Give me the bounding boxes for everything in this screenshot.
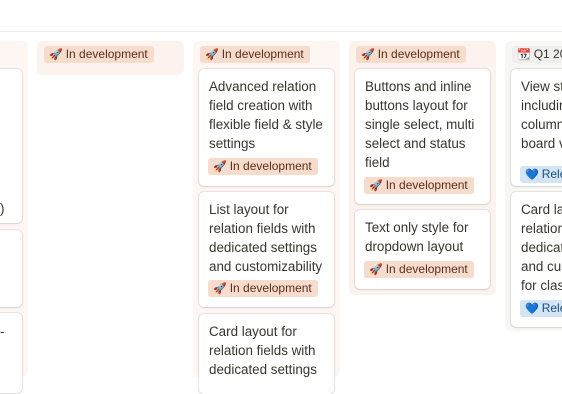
- blue-heart-icon: 💙: [525, 303, 539, 315]
- board-card[interactable]: -: [0, 313, 22, 393]
- rocket-icon: 🚀: [369, 264, 383, 276]
- column-header-label: Q1 20: [533, 47, 562, 61]
- board-card[interactable]: Text only style for dropdown layout 🚀 In …: [355, 210, 490, 289]
- card-status-tag: 🚀 In development: [208, 280, 318, 297]
- card-status-tag: 🚀 In development: [364, 177, 474, 194]
- card-status-label: In development: [229, 159, 312, 173]
- card-title: Advanced relation field creation with fl…: [209, 79, 323, 151]
- card-title-line: dedicat: [521, 240, 562, 255]
- card-title-line: relation: [521, 221, 562, 236]
- card-status-label: Rele: [541, 167, 562, 181]
- rocket-icon: 🚀: [49, 49, 63, 61]
- card-status-label: In development: [385, 178, 468, 192]
- card-title-line: board v: [521, 136, 562, 151]
- card-title: View st includir column board v: [521, 77, 562, 153]
- card-status-tag: 💙Rele: [520, 300, 562, 317]
- card-title-line: for clas: [521, 278, 562, 293]
- card-status-tag: 🚀 In development: [364, 261, 474, 278]
- board-card[interactable]: Advanced relation field creation with fl…: [199, 69, 334, 186]
- column-header-quarter-tag[interactable]: 📆Q1 20: [512, 46, 562, 63]
- column-header-label: In development: [65, 47, 148, 61]
- board-card[interactable]: Card lay relation dedicat and cus for cl…: [511, 192, 562, 327]
- card-status-tag: 🚀 In development: [208, 158, 318, 175]
- card-text-fragment: ): [0, 201, 5, 216]
- rocket-icon: 🚀: [205, 49, 219, 61]
- board-card[interactable]: List layout for relation fields with ded…: [199, 192, 334, 307]
- calendar-icon: 📆: [517, 49, 531, 61]
- card-title-line: Card lay: [521, 202, 562, 217]
- column-header-status-tag[interactable]: 🚀 In development: [356, 46, 466, 63]
- board-card[interactable]: View st includir column board v 💙Rele: [511, 69, 562, 186]
- card-title: Card layout for relation fields with ded…: [209, 324, 317, 377]
- rocket-icon: 🚀: [213, 283, 227, 295]
- board-card[interactable]: [0, 230, 22, 307]
- column-header-status-tag[interactable]: 🚀 In development: [200, 46, 310, 63]
- board-column-in-development: 🚀 In development Advanced relation field …: [193, 41, 340, 394]
- column-header-label: In development: [377, 47, 460, 61]
- rocket-icon: 🚀: [361, 49, 375, 61]
- card-text-fragment: -: [0, 324, 5, 339]
- board-card[interactable]: Card layout for relation fields with ded…: [199, 314, 334, 394]
- card-status-label: In development: [385, 262, 468, 276]
- board-column-partial-left: ) -: [0, 41, 28, 393]
- card-title-line: View st: [521, 79, 562, 94]
- board-column-in-development-empty: 🚀 In development: [37, 41, 184, 75]
- card-title: Text only style for dropdown layout: [365, 220, 469, 254]
- rocket-icon: 🚀: [369, 180, 383, 192]
- top-bar: [0, 0, 562, 32]
- card-title: Buttons and inline buttons layout for si…: [365, 79, 475, 170]
- card-status-label: In development: [229, 281, 312, 295]
- card-status-tag: 💙Rele: [520, 166, 562, 183]
- card-title: List layout for relation fields with ded…: [209, 202, 323, 274]
- board-column-in-development: 🚀 In development Buttons and inline butto…: [349, 41, 496, 295]
- card-status-label: Rele: [541, 301, 562, 315]
- card-title-line: column: [521, 117, 562, 132]
- rocket-icon: 🚀: [213, 161, 227, 173]
- blue-heart-icon: 💙: [525, 169, 539, 181]
- board-card[interactable]: ): [0, 69, 22, 223]
- column-header-label: In development: [221, 47, 304, 61]
- column-header-status-tag[interactable]: 🚀 In development: [44, 46, 154, 63]
- board-card[interactable]: Buttons and inline buttons layout for si…: [355, 69, 490, 204]
- card-title: Card lay relation dedicat and cus for cl…: [521, 200, 562, 295]
- card-title-line: and cus: [521, 259, 562, 274]
- card-title-line: includir: [521, 98, 562, 113]
- board-column-q1: 📆Q1 20 View st includir column board v 💙…: [505, 41, 562, 331]
